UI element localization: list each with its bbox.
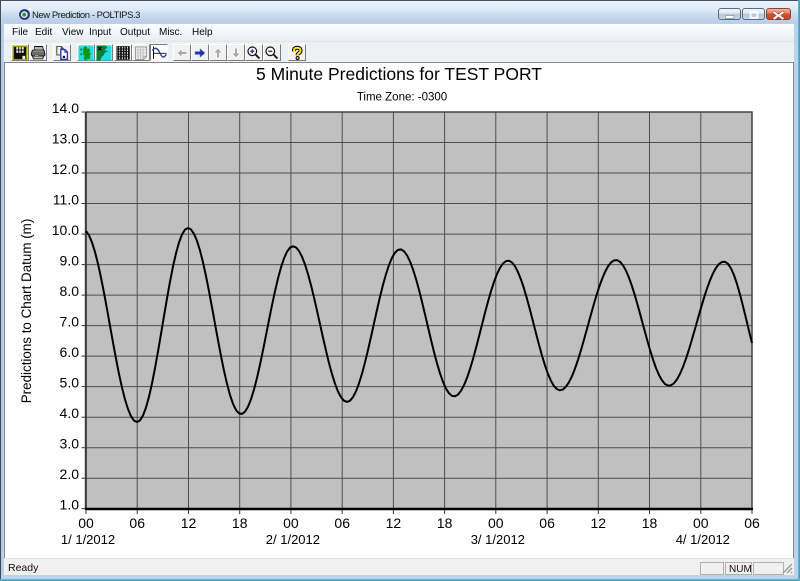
svg-text:4/ 1/2012: 4/ 1/2012 [676,532,730,547]
svg-text:06: 06 [129,515,145,531]
svg-text:00: 00 [693,515,709,531]
svg-text:12.0: 12.0 [52,161,79,177]
svg-text:12: 12 [386,515,402,531]
svg-text:1/ 1/2012: 1/ 1/2012 [61,532,115,547]
svg-text:18: 18 [642,515,658,531]
svg-text:00: 00 [78,515,94,531]
svg-text:00: 00 [283,515,299,531]
svg-text:14.0: 14.0 [52,100,79,116]
svg-text:9.0: 9.0 [60,253,80,269]
svg-text:Time Zone: -0300: Time Zone: -0300 [357,92,447,104]
svg-text:00: 00 [488,515,504,531]
svg-text:6.0: 6.0 [60,344,80,360]
svg-text:8.0: 8.0 [60,283,80,299]
svg-text:3/ 1/2012: 3/ 1/2012 [471,532,525,547]
svg-text:11.0: 11.0 [53,192,79,208]
svg-text:Predictions to Chart Datum (m): Predictions to Chart Datum (m) [19,219,34,404]
svg-text:7.0: 7.0 [60,314,80,330]
svg-text:5.0: 5.0 [60,375,80,391]
svg-text:12: 12 [591,515,607,531]
svg-text:06: 06 [744,515,760,531]
svg-text:06: 06 [539,515,555,531]
svg-text:18: 18 [232,515,248,531]
svg-text:2/ 1/2012: 2/ 1/2012 [266,532,320,547]
svg-text:3.0: 3.0 [60,436,80,452]
svg-text:12: 12 [181,515,197,531]
svg-text:13.0: 13.0 [52,131,79,147]
svg-text:10.0: 10.0 [52,222,79,238]
svg-text:18: 18 [437,515,453,531]
svg-text:2.0: 2.0 [60,466,80,482]
svg-text:4.0: 4.0 [60,405,80,421]
svg-text:1.0: 1.0 [60,497,80,513]
svg-text:5 Minute Predictions for TEST: 5 Minute Predictions for TEST PORT [256,64,542,84]
svg-text:06: 06 [334,515,350,531]
